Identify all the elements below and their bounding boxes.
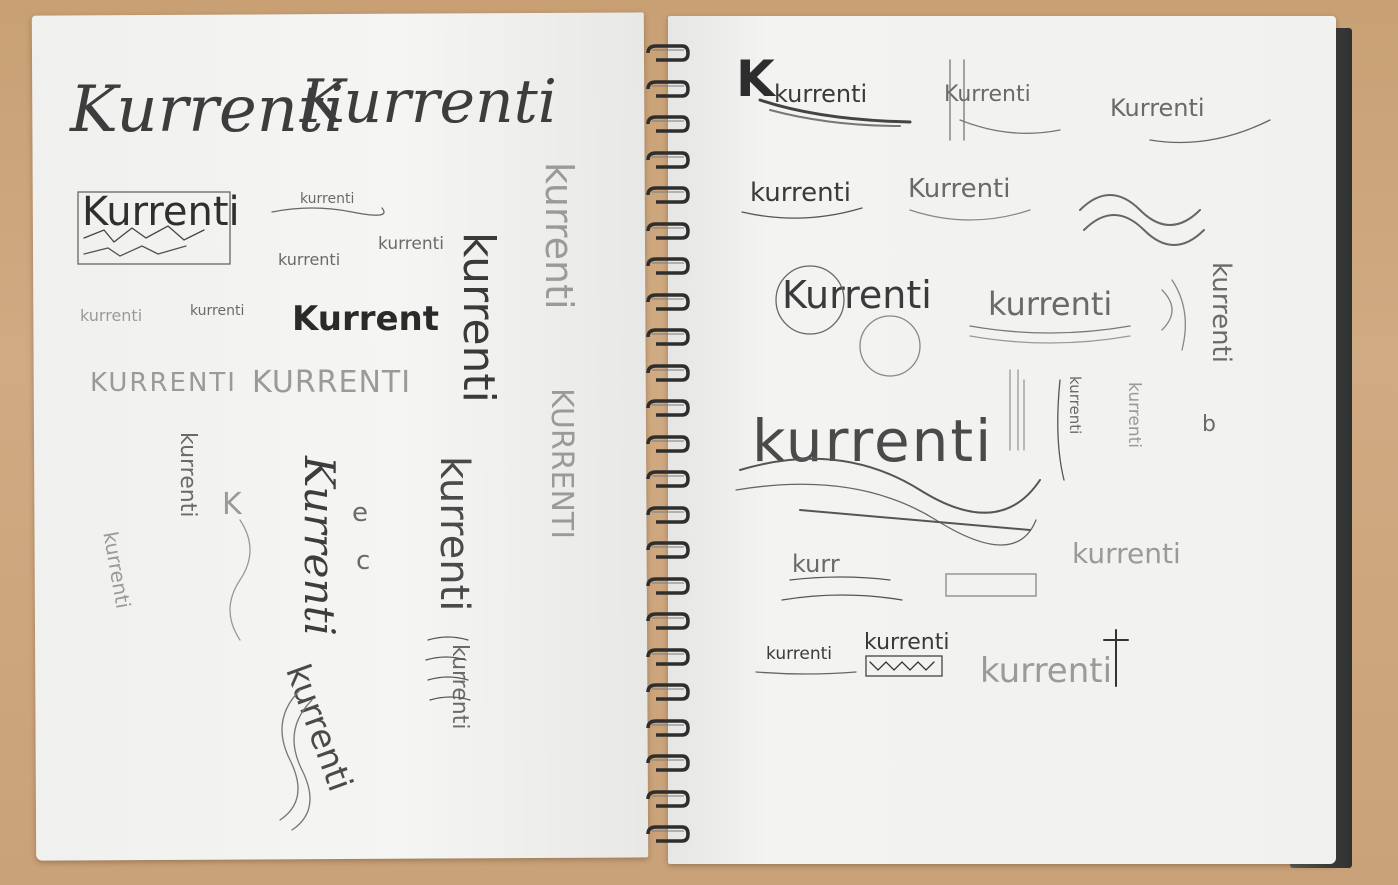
sketch-kurrenti-wave-1: Kurrenti <box>1110 94 1205 122</box>
spiral-binding <box>638 20 698 860</box>
spiral-coil <box>646 328 690 346</box>
sketch-kurrenti-vertical-right: kurrenti <box>1206 262 1236 363</box>
sketch-kurrenti-vertical-serif: Kurrenti <box>295 456 344 636</box>
spiral-coil <box>646 541 690 559</box>
sketch-kurrenti-scribble: kurrenti <box>1072 537 1181 570</box>
spiral-coil <box>646 363 690 382</box>
spiral-coil <box>646 399 690 417</box>
sketch-kurrenti-wave-2: kurrenti <box>750 178 851 208</box>
sketch-kurrenti-vertical-small: kurrenti <box>175 432 200 518</box>
sketch-kurrenti-2: Kurrenti <box>300 67 557 137</box>
spiral-coil <box>646 470 690 488</box>
sketch-kurrenti-underlined: kurrenti <box>766 644 833 664</box>
spiral-coil <box>646 576 690 595</box>
spiral-coil <box>646 257 690 275</box>
sketch-kurrenti-boxed: Kurrenti <box>82 189 240 235</box>
sketch-letter-k: K <box>222 487 242 522</box>
sketch-kurrenti-vertical-faint: kurrenti <box>537 162 581 310</box>
sketch-kurrent-bold: Kurrent <box>292 299 440 339</box>
sketch-kurrenti-strike: Kurrenti <box>944 82 1031 107</box>
sketch-kurrenti-vertical-mini: kurrenti <box>1066 376 1084 435</box>
spiral-coil <box>646 683 690 701</box>
spiral-coil <box>646 292 690 311</box>
sketch-kurrenti-upper-vertical: KURRENTI <box>544 388 579 540</box>
spiral-coil <box>646 505 690 524</box>
sketch-kurrenti-large-wave: kurrenti <box>752 407 994 475</box>
spiral-coil <box>646 434 690 453</box>
spiral-coil <box>646 79 690 98</box>
sketch-kurrenti-small-3: kurrenti <box>378 234 445 254</box>
spiral-coil <box>646 789 690 808</box>
sketch-urrenti-1: kurrenti <box>774 80 868 108</box>
sketch-kurrenti-vertical-hatched: kurrenti <box>431 456 477 612</box>
sketch-kurrenti-vertical-faint-right: kurrenti <box>1124 382 1144 449</box>
sketch-kurrenti-lines: kurrenti <box>988 285 1113 323</box>
spiral-coil <box>646 221 690 240</box>
sketch-kurrenti-small-2: kurrenti <box>278 250 341 269</box>
sketch-letter-b: b <box>1202 412 1216 437</box>
sketch-kurrenti-upper-faint-2: KURRENTI <box>252 365 412 400</box>
spiral-coil <box>646 150 690 169</box>
sketch-kurrenti-small-1: kurrenti <box>300 191 355 207</box>
sketch-kurrenti-tiny-1: kurrenti <box>80 306 143 325</box>
sketch-kurrenti-patterned: kurrenti <box>864 630 950 655</box>
sketch-kurrenti-faint-bottom: kurrenti <box>980 651 1113 691</box>
sketch-kurrenti-circles: Kurrenti <box>782 273 932 317</box>
spiral-coil <box>646 612 690 630</box>
spiral-coil <box>646 186 690 204</box>
sketch-kurrenti-upper-faint-1: KURRENTI <box>90 368 237 398</box>
spiral-coil <box>646 718 690 737</box>
spiral-coil <box>646 647 690 666</box>
sketch-kurrenti-tiny-2: kurrenti <box>190 303 245 319</box>
sketch-letter-e: e <box>352 498 368 528</box>
spiral-coil <box>646 44 690 62</box>
spiral-coil <box>646 115 690 133</box>
spiral-coil <box>646 754 690 772</box>
spiral-coil <box>646 825 690 843</box>
sketch-letter-c: c <box>356 546 371 576</box>
sketch-kurr-fragment: kurr <box>792 550 840 578</box>
sketch-kurrenti-vertical-outline: kurrenti <box>453 232 504 403</box>
sketch-letter-k-bold: K <box>736 50 775 108</box>
sketch-kurrenti-wave-3: Kurrenti <box>908 174 1011 204</box>
sketch-kurrenti-wave-vertical: kurrenti <box>447 644 472 730</box>
